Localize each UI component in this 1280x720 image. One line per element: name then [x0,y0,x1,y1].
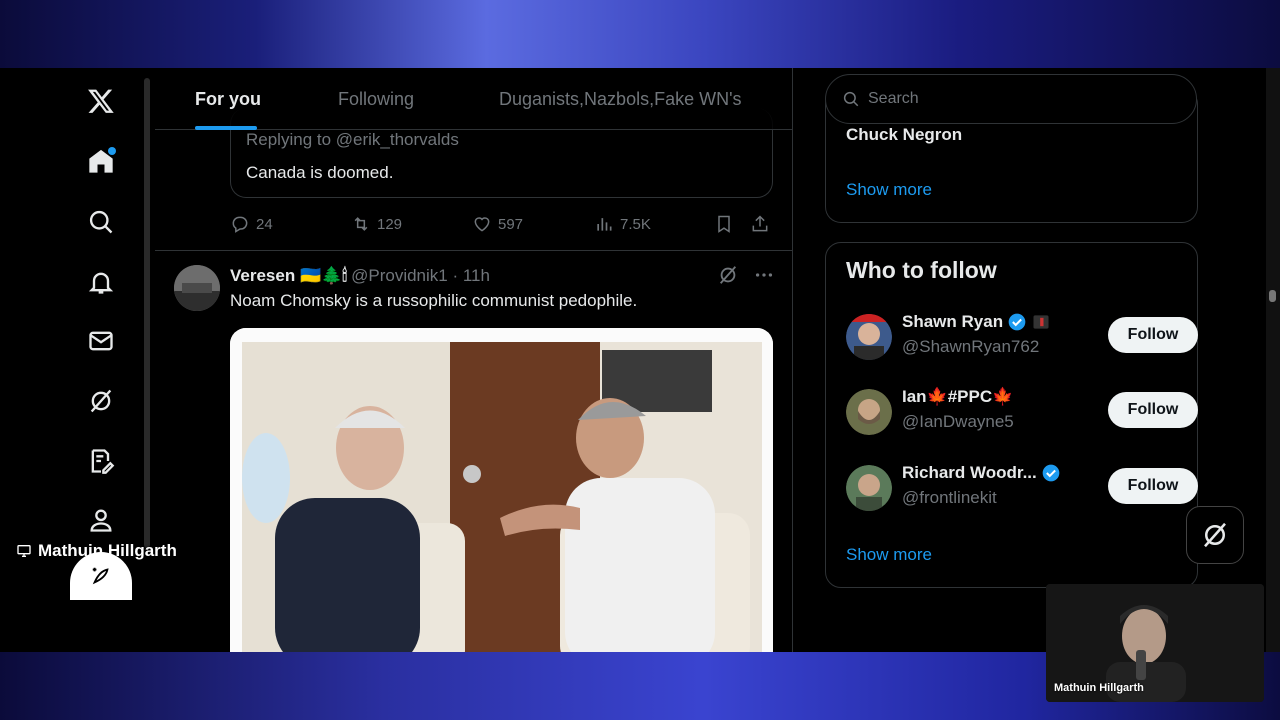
avatar[interactable] [846,389,892,435]
tab-label: Duganists,Nazbols,Fake WN's [499,88,742,109]
post-header-icons [717,264,775,286]
follow-suggestion[interactable]: Shawn Ryan @ShawnRyan762 Follow [846,312,1198,364]
post-author-name[interactable]: Veresen 🇺🇦🌲🕯 [230,266,347,286]
bookmark-icon [718,215,730,233]
search-icon [843,91,859,107]
repost-button[interactable]: 129 [351,214,402,234]
avatar[interactable] [174,265,220,311]
compose-feather-icon [92,567,109,585]
repost-icon [354,217,368,231]
verified-badge-icon [1042,464,1060,482]
post-text: Noam Chomsky is a russophilic communist … [230,291,638,310]
trending-show-more-link[interactable]: Show more [846,180,932,200]
more-icon[interactable] [753,264,775,286]
x-app-window: For you Following Duganists,Nazbols,Fake… [0,68,1280,652]
monitor-icon [17,545,31,557]
replying-to: Replying to @erik_thorvalds [246,130,459,149]
like-count: 597 [498,215,524,233]
grok-icon [1204,522,1226,548]
main-timeline: For you Following Duganists,Nazbols,Fake… [155,68,793,652]
post-image[interactable] [230,328,773,652]
follow-button[interactable]: Follow [1108,317,1198,353]
x-logo-icon[interactable] [80,80,122,122]
affiliate-badge-icon [1033,315,1049,329]
avatar[interactable] [846,314,892,360]
tab-list[interactable]: Duganists,Nazbols,Fake WN's [499,68,742,130]
quoted-text: Canada is doomed. [246,163,394,182]
post-author-handle[interactable]: @Providnik1 · 11h [351,266,490,286]
grok-floating-button[interactable] [1186,506,1244,564]
repost-count: 129 [377,215,403,233]
follow-suggestion[interactable]: Ian🍁#PPC🍁 @IanDwayne5 Follow [846,387,1198,439]
follow-button[interactable]: Follow [1108,468,1198,504]
who-to-follow-title: Who to follow [846,257,997,283]
reply-count: 24 [256,215,273,233]
webcam-name-label: Mathuin Hillgarth [1054,682,1144,694]
heart-icon [474,217,490,232]
search-input[interactable] [868,90,1168,108]
avatar[interactable] [846,465,892,511]
verified-badge-icon [1008,313,1026,331]
post-actions: 24 129 597 7.5K [230,212,775,236]
suggestion-name: Richard Woodr... [902,463,1061,483]
notifications-bell-icon[interactable] [80,261,122,303]
nav-scrollbar[interactable] [144,78,150,548]
search-box[interactable] [825,74,1197,124]
webcam-overlay: Mathuin Hillgarth [1046,584,1264,702]
view-count: 7.5K [620,215,651,233]
suggestion-handle: @ShawnRyan762 [902,337,1040,356]
suggestion-handle: @frontlinekit [902,488,997,507]
tab-label: For you [195,88,261,109]
page-scrollbar-thumb[interactable] [1269,290,1276,302]
trend-item[interactable]: Chuck Negron [846,125,962,145]
stream-overlay-top [0,0,1280,68]
tab-label: Following [338,88,415,109]
tab-following[interactable]: Following [338,68,414,130]
like-button[interactable]: 597 [472,214,523,234]
user-name: Richard Woodr... [902,463,1037,482]
messages-envelope-icon[interactable] [80,320,122,362]
suggestion-handle: @IanDwayne5 [902,412,1014,431]
home-icon[interactable] [80,140,122,182]
reply-button[interactable]: 24 [230,214,273,234]
who-to-follow-card: Who to follow Shawn Ryan @ShawnRyan762 F… [825,242,1198,588]
notification-dot [108,147,116,155]
premium-compose-icon[interactable] [80,440,122,482]
page-scrollbar[interactable] [1266,68,1280,652]
post-header: Veresen 🇺🇦🌲🕯 @Providnik1 · 11h [230,264,775,288]
bookmark-button[interactable] [714,214,734,234]
views-button[interactable]: 7.5K [594,214,651,234]
tab-active-indicator [195,126,257,130]
follow-suggestion[interactable]: Richard Woodr... @frontlinekit Follow [846,463,1198,515]
grok-icon[interactable] [80,380,122,422]
timeline-tabs: For you Following Duganists,Nazbols,Fake… [155,68,792,130]
post-divider [155,250,792,251]
who-to-follow-show-more-link[interactable]: Show more [846,545,932,565]
user-name: Ian🍁#PPC🍁 [902,387,1014,406]
share-icon [752,215,768,232]
reply-icon [232,216,248,233]
analytics-icon [597,218,612,231]
profile-icon[interactable] [80,499,122,541]
follow-button[interactable]: Follow [1108,392,1198,428]
suggestion-name: Ian🍁#PPC🍁 [902,387,1013,407]
suggestion-name: Shawn Ryan [902,312,1051,332]
photo-jet-interior [230,328,773,652]
share-button[interactable] [750,214,770,234]
right-sidebar: Chuck Negron Show more Who to follow Sha… [793,68,1280,652]
user-name: Shawn Ryan [902,312,1004,331]
tab-for-you[interactable]: For you [195,68,261,130]
grok-icon[interactable] [717,264,739,286]
search-icon[interactable] [80,201,122,243]
